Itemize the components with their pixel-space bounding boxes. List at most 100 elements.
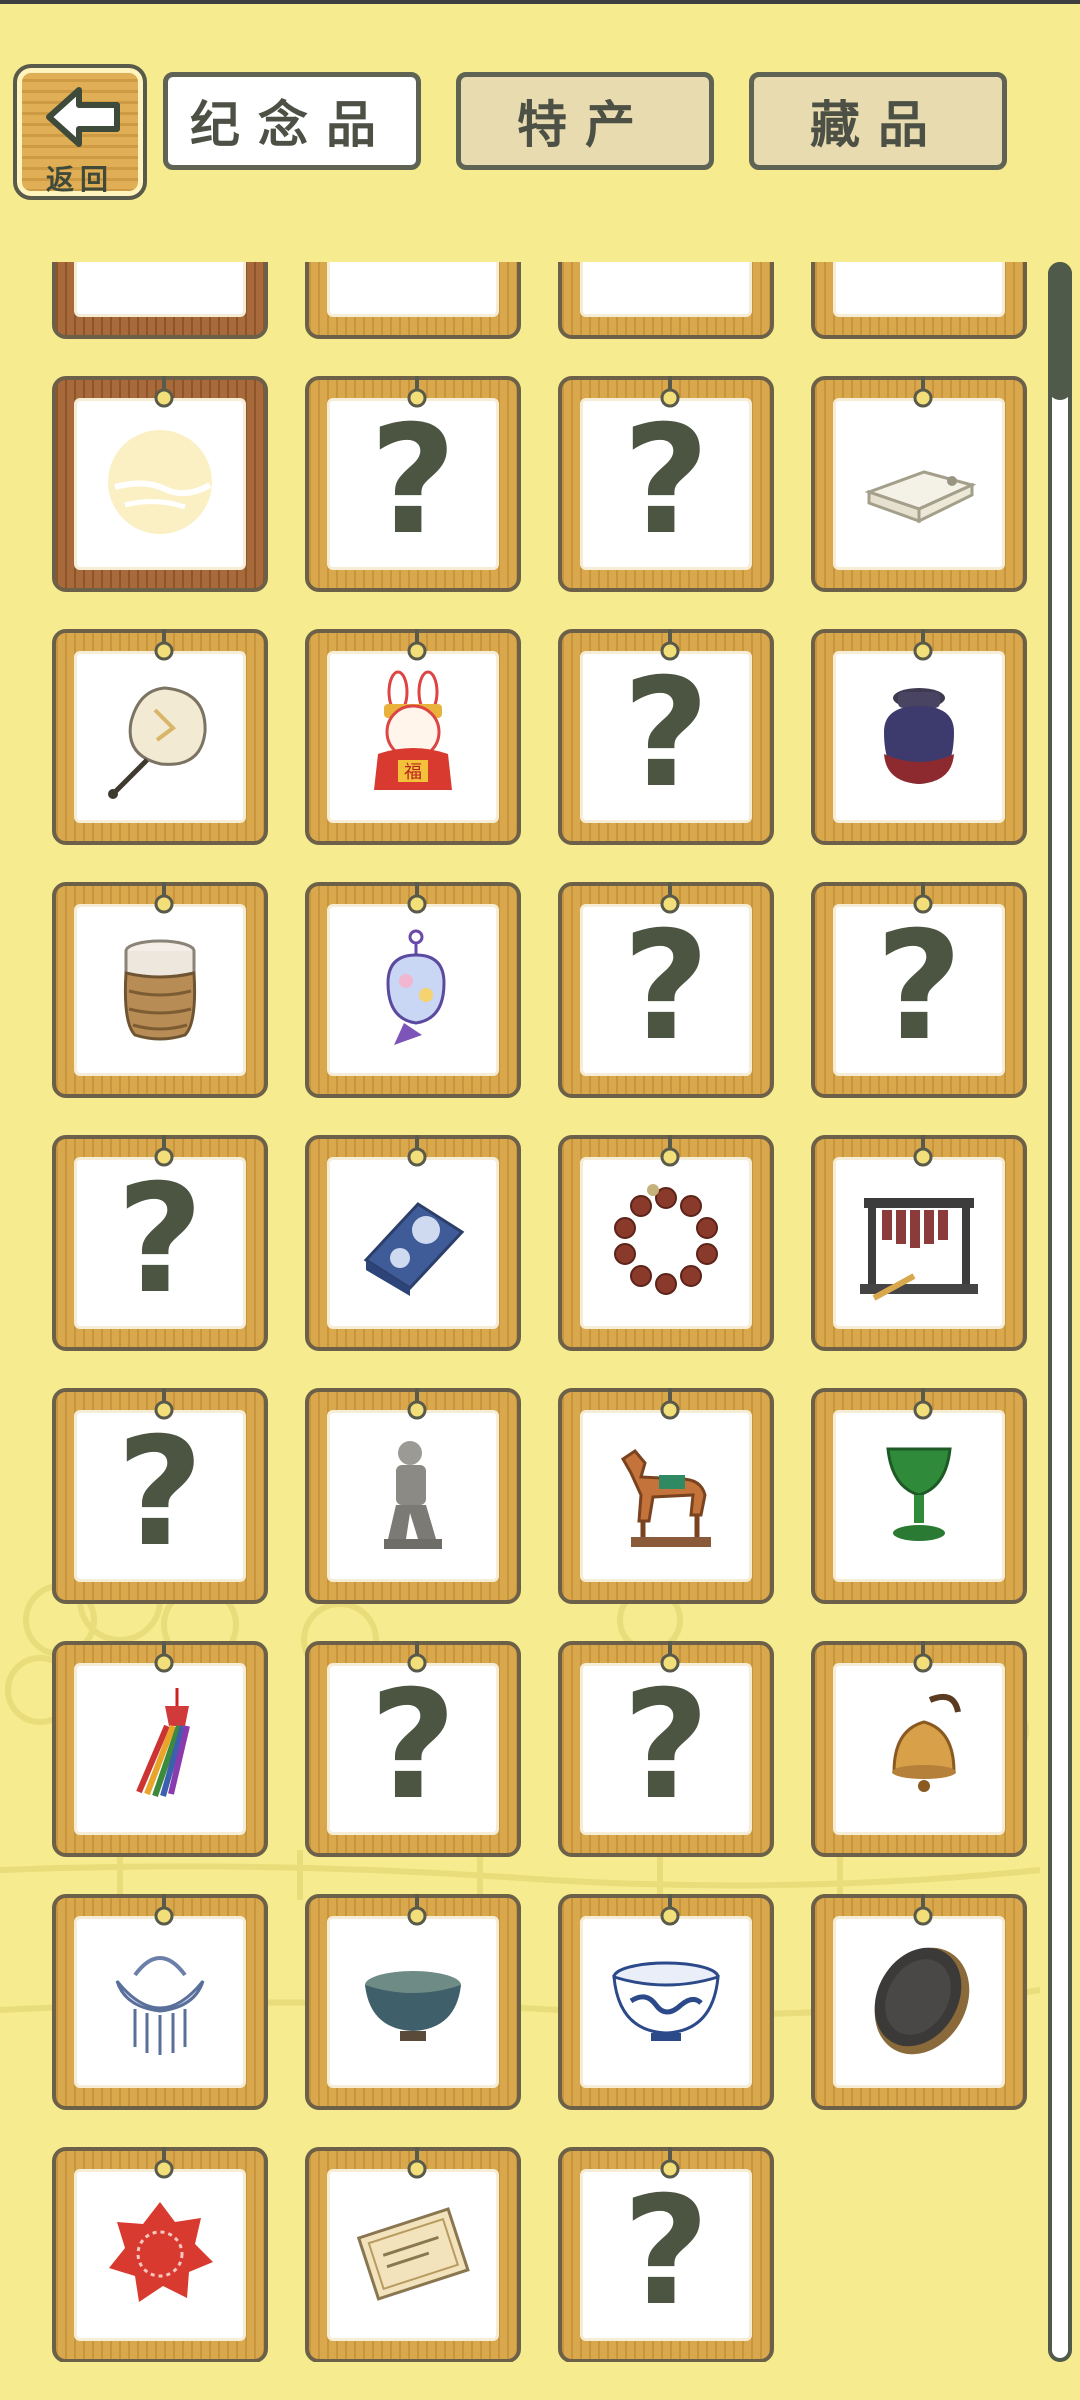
item-card[interactable]: ? bbox=[558, 2147, 774, 2362]
item-card-partial[interactable] bbox=[305, 262, 521, 339]
silver-lock-icon bbox=[95, 1935, 225, 2069]
item-card-partial[interactable] bbox=[811, 262, 1027, 339]
item-card[interactable] bbox=[52, 882, 268, 1098]
tang-horse-icon bbox=[601, 1429, 731, 1563]
certificate-icon bbox=[348, 2188, 478, 2322]
item-card[interactable]: ? bbox=[558, 1641, 774, 1857]
card-inner bbox=[833, 1663, 1005, 1835]
hanging-hook-icon bbox=[406, 629, 428, 661]
item-card[interactable] bbox=[811, 1388, 1027, 1604]
item-card[interactable] bbox=[558, 1135, 774, 1351]
item-card[interactable]: ? bbox=[305, 1641, 521, 1857]
hanging-hook-icon bbox=[912, 1388, 934, 1420]
hanging-hook-icon bbox=[406, 1388, 428, 1420]
hanging-hook-icon bbox=[153, 1388, 175, 1420]
item-card[interactable] bbox=[305, 2147, 521, 2362]
item-card[interactable] bbox=[811, 629, 1027, 845]
top-status-line bbox=[0, 0, 1080, 4]
question-mark-icon: ? bbox=[622, 2169, 710, 2339]
knot-tassel-icon bbox=[95, 1682, 225, 1816]
item-card[interactable] bbox=[811, 1135, 1027, 1351]
item-card-partial[interactable] bbox=[558, 262, 774, 339]
scrollbar-track[interactable] bbox=[1048, 262, 1072, 2362]
item-card[interactable]: ? bbox=[811, 882, 1027, 1098]
hanging-hook-icon bbox=[659, 1894, 681, 1926]
card-inner bbox=[327, 1916, 499, 2088]
card-inner: ? bbox=[580, 2169, 752, 2341]
stone-chime-icon bbox=[854, 1176, 984, 1310]
card-inner bbox=[327, 2169, 499, 2341]
card-inner: ? bbox=[74, 1157, 246, 1329]
card-inner: ? bbox=[833, 904, 1005, 1076]
hanging-hook-icon bbox=[153, 882, 175, 914]
question-mark-icon: ? bbox=[116, 1410, 204, 1580]
item-card-partial[interactable] bbox=[52, 262, 268, 339]
jade-cup-icon bbox=[854, 1429, 984, 1563]
hanging-hook-icon bbox=[912, 629, 934, 661]
item-card[interactable] bbox=[305, 1894, 521, 2110]
prayer-beads-icon bbox=[601, 1176, 731, 1310]
item-grid[interactable]: ?? 福???????? bbox=[0, 262, 1040, 2362]
item-card[interactable]: ? bbox=[558, 882, 774, 1098]
hanging-hook-icon bbox=[153, 376, 175, 408]
hanging-hook-icon bbox=[912, 1894, 934, 1926]
tab-collection[interactable]: 藏品 bbox=[749, 72, 1007, 170]
item-card[interactable] bbox=[52, 629, 268, 845]
card-inner: ? bbox=[580, 1663, 752, 1835]
card-inner bbox=[833, 398, 1005, 570]
clay-jar-icon bbox=[854, 670, 984, 804]
card-inner bbox=[833, 1157, 1005, 1329]
item-card[interactable] bbox=[52, 1641, 268, 1857]
card-inner bbox=[580, 1916, 752, 2088]
hanging-hook-icon bbox=[659, 376, 681, 408]
tab-souvenirs[interactable]: 纪念品 bbox=[163, 72, 421, 170]
item-card[interactable] bbox=[305, 882, 521, 1098]
item-card[interactable]: ? bbox=[52, 1388, 268, 1604]
ink-stone-icon bbox=[854, 1935, 984, 2069]
tab-souvenirs-label: 纪念品 bbox=[190, 96, 394, 154]
hanging-hook-icon bbox=[659, 882, 681, 914]
card-inner bbox=[580, 262, 752, 317]
item-card[interactable] bbox=[52, 2147, 268, 2362]
card-inner bbox=[74, 904, 246, 1076]
item-card[interactable]: ? bbox=[558, 629, 774, 845]
card-inner: ? bbox=[327, 398, 499, 570]
item-card[interactable] bbox=[811, 1641, 1027, 1857]
item-card[interactable] bbox=[558, 1388, 774, 1604]
tea-bowl-icon bbox=[348, 1935, 478, 2069]
card-inner bbox=[327, 1410, 499, 1582]
card-inner bbox=[327, 1157, 499, 1329]
card-inner: ? bbox=[327, 1663, 499, 1835]
item-card[interactable] bbox=[52, 1894, 268, 2110]
item-card[interactable]: 福 bbox=[305, 629, 521, 845]
item-card[interactable]: ? bbox=[558, 376, 774, 592]
question-mark-icon: ? bbox=[875, 904, 963, 1074]
item-card[interactable]: ? bbox=[305, 376, 521, 592]
item-card[interactable]: ? bbox=[52, 1135, 268, 1351]
item-card[interactable] bbox=[558, 1894, 774, 2110]
hanging-hook-icon bbox=[659, 2147, 681, 2179]
tab-specialties[interactable]: 特产 bbox=[456, 72, 714, 170]
hanging-hook-icon bbox=[406, 1641, 428, 1673]
card-inner: ? bbox=[74, 1410, 246, 1582]
item-card[interactable] bbox=[305, 1388, 521, 1604]
back-button[interactable]: 返回 bbox=[13, 64, 147, 200]
item-card[interactable] bbox=[811, 1894, 1027, 2110]
question-mark-icon: ? bbox=[369, 398, 457, 568]
terracotta-warrior-icon bbox=[348, 1429, 478, 1563]
wicker-cup-icon bbox=[95, 923, 225, 1057]
question-mark-icon: ? bbox=[622, 904, 710, 1074]
scrollbar-thumb[interactable] bbox=[1048, 262, 1072, 400]
hanging-hook-icon bbox=[153, 1894, 175, 1926]
card-inner bbox=[74, 262, 246, 317]
hanging-hook-icon bbox=[153, 629, 175, 661]
question-mark-icon: ? bbox=[622, 1663, 710, 1833]
card-inner bbox=[74, 651, 246, 823]
item-card[interactable] bbox=[811, 376, 1027, 592]
porcelain-bowl-icon bbox=[601, 1935, 731, 2069]
card-inner bbox=[74, 398, 246, 570]
item-card[interactable] bbox=[305, 1135, 521, 1351]
item-card[interactable] bbox=[52, 376, 268, 592]
tab-collection-label: 藏品 bbox=[810, 96, 946, 154]
hanging-hook-icon bbox=[153, 2147, 175, 2179]
